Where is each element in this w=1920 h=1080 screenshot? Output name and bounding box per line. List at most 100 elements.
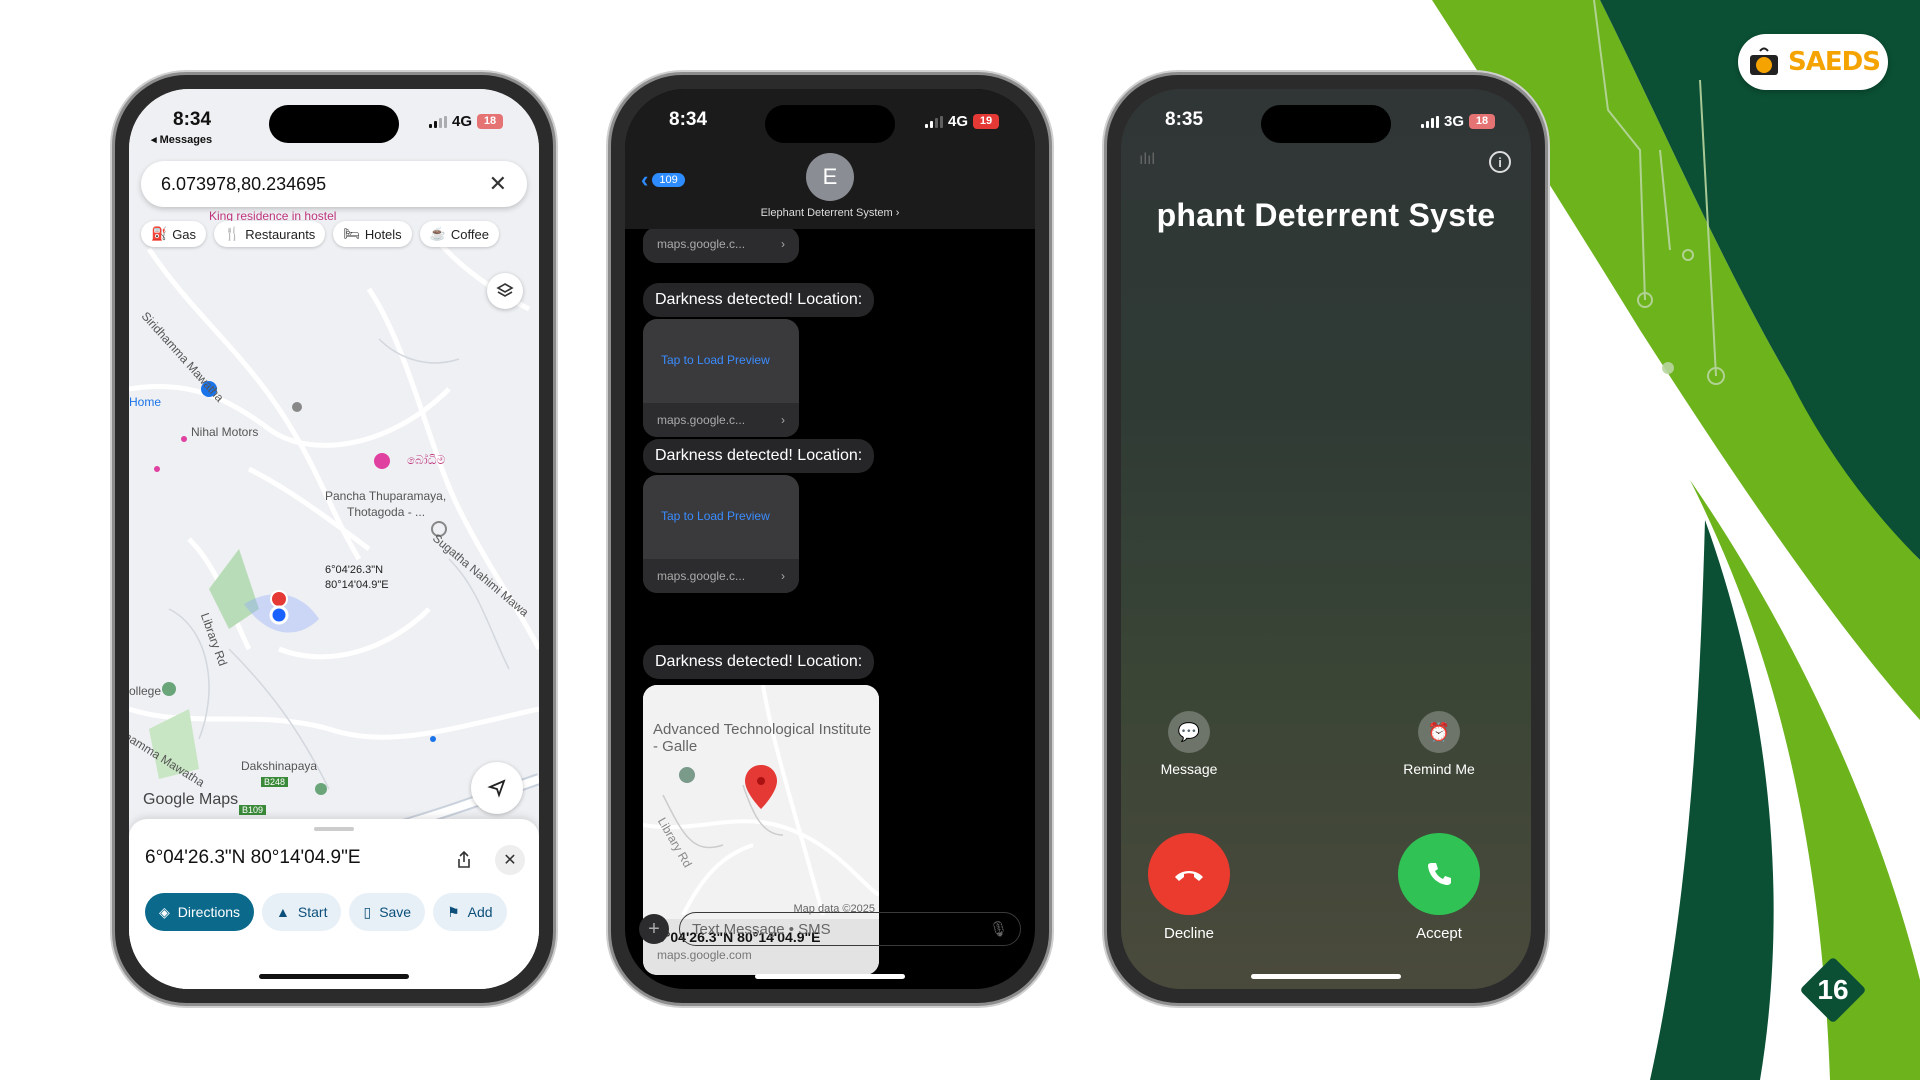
- battery-icon: 19: [973, 114, 999, 129]
- sheet-handle[interactable]: [314, 827, 354, 831]
- map-label-home[interactable]: Home: [129, 395, 161, 409]
- status-time: 8:34: [669, 109, 708, 130]
- back-to-messages[interactable]: ◂ Messages: [151, 133, 212, 146]
- directions-icon: ◈: [159, 903, 170, 920]
- message-action[interactable]: 💬 Message: [1129, 711, 1249, 777]
- message-bubble[interactable]: Darkness detected! Location:: [643, 645, 875, 679]
- page-number: 16: [1817, 974, 1849, 1005]
- signal-icon: [1420, 115, 1439, 128]
- battery-icon: 18: [1469, 114, 1495, 129]
- start-button[interactable]: ▲ Start: [262, 893, 342, 931]
- elephant-logo-icon: [1750, 47, 1779, 75]
- place-actions: ◈ Directions ▲ Start ▯ Save ⚑ Add: [145, 893, 507, 931]
- map-label-thotagoda: Thotagoda - ...: [347, 505, 426, 519]
- plus-icon[interactable]: +: [639, 914, 669, 944]
- messages-screen: 8:34 4G 19 ‹ 109 E Elephant Deterrent Sy…: [625, 89, 1035, 989]
- map-label-college[interactable]: ollege: [129, 684, 161, 698]
- info-icon[interactable]: i: [1489, 151, 1511, 173]
- decline-label: Decline: [1163, 925, 1215, 942]
- message-bubble-icon: 💬: [1177, 721, 1201, 742]
- tap-to-load-preview[interactable]: Tap to Load Preview: [661, 353, 770, 367]
- link-domain: maps.google.c...: [657, 413, 746, 427]
- search-bar[interactable]: 6.073978,80.234695 ✕: [141, 161, 527, 207]
- pin-lat: 6°04'26.3"N: [325, 564, 384, 576]
- layers-button[interactable]: [487, 273, 523, 309]
- restaurant-icon: 🍴: [224, 226, 241, 241]
- message-bubble[interactable]: Darkness detected! Location:: [643, 283, 875, 317]
- caller-name: phant Deterrent Syste: [1156, 197, 1496, 233]
- phone-call: 8:35 3G 18 ılıl i phant Deterrent Syste …: [1104, 72, 1548, 1006]
- tap-to-load-preview[interactable]: Tap to Load Preview: [661, 509, 770, 523]
- map-label-nihal[interactable]: Nihal Motors: [191, 425, 258, 439]
- place-coordinates: 6°04'26.3"N 80°14'04.9"E: [145, 847, 361, 868]
- remind-label: Remind Me: [1403, 761, 1475, 777]
- bookmark-icon: ▯: [363, 903, 372, 920]
- add-button[interactable]: ⚑ Add: [433, 893, 507, 931]
- map-label-dakshina[interactable]: Dakshinapaya: [241, 759, 317, 773]
- message-bubble[interactable]: Darkness detected! Location:: [643, 439, 875, 473]
- flag-icon: ⚑: [447, 903, 460, 920]
- accept-button[interactable]: Accept: [1379, 833, 1499, 942]
- search-input[interactable]: 6.073978,80.234695: [161, 174, 489, 195]
- road-badge-b109: B109: [239, 805, 267, 815]
- chevron-right-icon: ›: [781, 413, 785, 427]
- network-type: 4G: [451, 113, 472, 130]
- phone-icon: [1428, 863, 1451, 885]
- microphone-icon[interactable]: 🎙: [989, 920, 1008, 938]
- message-label: Message: [1160, 761, 1218, 777]
- share-button[interactable]: [449, 845, 479, 875]
- contact-avatar[interactable]: E: [806, 153, 854, 201]
- phone-messages: 8:34 4G 19 ‹ 109 E Elephant Deterrent Sy…: [608, 72, 1052, 1006]
- close-icon: ✕: [503, 852, 517, 869]
- link-preview[interactable]: Tap to Load Preview maps.google.c... ›: [643, 319, 799, 437]
- gas-icon: ⛽: [151, 226, 168, 241]
- my-location-button[interactable]: [471, 762, 523, 814]
- chevron-right-icon: ›: [781, 237, 785, 251]
- share-icon: [458, 851, 470, 868]
- remind-me-action[interactable]: ⏰ Remind Me: [1379, 711, 1499, 777]
- message-input[interactable]: Text Message • SMS 🎙: [679, 912, 1021, 946]
- start-arrow-icon: ▲: [276, 904, 290, 920]
- hotel-icon: 🛏: [343, 226, 360, 241]
- map-preview: [643, 685, 879, 915]
- network-type: 4G: [947, 113, 968, 130]
- link-preview[interactable]: Tap to Load Preview maps.google.c... ›: [643, 475, 799, 593]
- navigation-arrow-icon: [487, 779, 506, 798]
- battery-icon: 18: [477, 114, 503, 129]
- save-button[interactable]: ▯ Save: [349, 893, 426, 931]
- map-data-credit: Map data ©2025: [793, 903, 876, 915]
- home-indicator[interactable]: [755, 974, 905, 979]
- decline-button[interactable]: Decline: [1129, 833, 1249, 942]
- chip-gas[interactable]: ⛽ Gas: [141, 221, 207, 247]
- hang-up-icon: [1175, 871, 1203, 881]
- saeds-logo: SAEDS: [1738, 34, 1888, 90]
- contact-name[interactable]: Elephant Deterrent System ›: [625, 207, 1035, 219]
- logo-text: SAEDS: [1788, 47, 1881, 77]
- slide: SAEDS 16 8:34 4G 18 ◂ Messages 6.073978,…: [0, 0, 1920, 1080]
- status-network: 3G 18: [1420, 113, 1495, 130]
- chevron-left-icon: ‹: [641, 167, 649, 192]
- clear-search-icon[interactable]: ✕: [489, 171, 507, 197]
- chip-restaurants[interactable]: 🍴 Restaurants: [214, 221, 326, 247]
- directions-button[interactable]: ◈ Directions: [145, 893, 255, 931]
- map-card-url: maps.google.com: [657, 948, 752, 962]
- unread-count: 109: [652, 173, 685, 187]
- call-screen: 8:35 3G 18 ılıl i phant Deterrent Syste …: [1121, 89, 1531, 989]
- status-network: 4G 18: [428, 113, 503, 130]
- map-label-sinhala[interactable]: බෝධිම: [407, 453, 445, 468]
- place-sheet: 6°04'26.3"N 80°14'04.9"E ✕ ◈ Directions ▲…: [129, 819, 539, 989]
- link-domain: maps.google.c...: [657, 237, 746, 251]
- accept-label: Accept: [1416, 925, 1462, 942]
- status-time: 8:35: [1165, 109, 1204, 130]
- home-indicator[interactable]: [259, 974, 409, 979]
- link-preview[interactable]: maps.google.c... ›: [643, 227, 799, 263]
- close-sheet-button[interactable]: ✕: [495, 845, 525, 875]
- back-button[interactable]: ‹ 109: [641, 167, 685, 193]
- alarm-clock-icon: ⏰: [1427, 721, 1451, 742]
- layers-icon: [496, 283, 514, 297]
- home-indicator[interactable]: [1251, 974, 1401, 979]
- chip-hotels[interactable]: 🛏 Hotels: [333, 221, 412, 247]
- map-label-pancha[interactable]: Pancha Thuparamaya,: [325, 489, 446, 503]
- chip-coffee[interactable]: ☕ Coffee: [419, 221, 499, 247]
- link-domain: maps.google.c...: [657, 569, 746, 583]
